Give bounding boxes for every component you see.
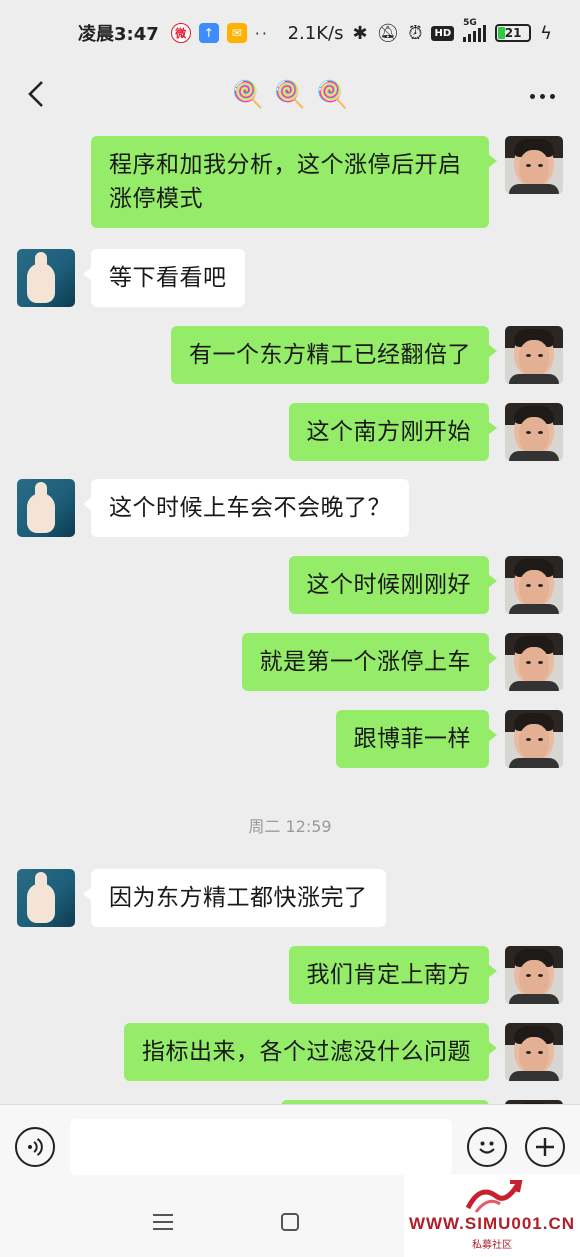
contact-avatar[interactable] [17, 249, 75, 307]
smiley-icon [479, 1141, 495, 1154]
watermark-subtext: 私募社区 [472, 1240, 512, 1251]
home-button[interactable] [281, 1213, 299, 1231]
outgoing-message[interactable]: 有一个东方精工已经翻倍了 [171, 326, 497, 384]
my-avatar[interactable] [505, 326, 563, 384]
lollipop-icon: 🍭 [316, 80, 349, 110]
incoming-message[interactable]: 这个时候上车会不会晚了？ [83, 479, 409, 537]
network-speed: 2.1K/s [287, 22, 344, 44]
chat-header: 🍭 🍭 🍭 [0, 66, 580, 124]
chevron-left-icon [28, 81, 43, 107]
status-bar: 凌晨3:47 微 ↑ ✉ ·· 2.1K/s ✱ 🔕︎ ⏰︎ HD 5G 21 … [0, 0, 580, 66]
outgoing-message[interactable]: 指标出来，各个过滤没什么问题 [124, 1023, 497, 1081]
plus-icon [536, 1138, 554, 1156]
chat-title: 🍭 🍭 🍭 [231, 80, 348, 110]
incoming-message[interactable]: 因为东方精工都快涨完了 [83, 869, 386, 927]
status-time: 凌晨3:47 [78, 24, 159, 45]
message-text: 有一个东方精工已经翻倍了 [189, 342, 471, 368]
upload-icon: ↑ [198, 23, 219, 43]
my-avatar[interactable] [505, 1023, 563, 1081]
my-avatar[interactable] [505, 710, 563, 768]
dot-icon [529, 93, 535, 99]
message-text: 跟博菲一样 [353, 726, 471, 752]
recent-apps-button[interactable] [153, 1214, 173, 1230]
my-avatar[interactable] [505, 403, 563, 461]
my-avatar[interactable] [505, 633, 563, 691]
message-text: 这个时候刚刚好 [306, 572, 471, 598]
mute-icon: 🔕︎ [376, 22, 400, 44]
bluetooth-icon: ✱ [352, 22, 368, 44]
alarm-icon: ⏰︎ [408, 22, 423, 44]
lollipop-icon: 🍭 [273, 80, 307, 110]
message-text: 程序和加我分析，这个涨停后开启 [109, 152, 462, 178]
mail-icon: ✉ [226, 23, 247, 43]
contact-avatar[interactable] [17, 869, 75, 927]
battery-icon: 21 [495, 24, 532, 42]
voice-input-button[interactable] [15, 1127, 55, 1167]
incoming-message[interactable]: 等下看看吧 [83, 249, 245, 307]
watermark-text: WWW.SIMU001.CN [408, 1214, 576, 1233]
watermark-logo-icon [465, 1180, 523, 1213]
outgoing-message[interactable]: 这个南方刚开始 [288, 403, 497, 461]
outgoing-message[interactable]: 就是第一个涨停上车 [241, 633, 497, 691]
my-avatar[interactable] [505, 556, 563, 614]
dot-icon [539, 93, 545, 99]
message-input[interactable] [70, 1119, 452, 1175]
contact-avatar[interactable] [17, 479, 75, 537]
more-functions-button[interactable] [525, 1127, 565, 1167]
outgoing-message[interactable]: 程序和加我分析，这个涨停后开启 涨停模式 [91, 136, 497, 228]
message-text: 等下看看吧 [109, 265, 227, 291]
more-notifications-icon: ·· [254, 23, 269, 43]
dot-icon [549, 93, 555, 99]
time-divider: 周二 12:59 [248, 817, 332, 836]
more-options-button[interactable] [522, 76, 562, 116]
outgoing-message[interactable]: 我们肯定上南方 [288, 946, 497, 1004]
hd-icon: HD [431, 25, 455, 41]
network-type: 5G [463, 18, 477, 28]
voice-icon [28, 1138, 43, 1156]
message-text: 涨停模式 [109, 186, 203, 212]
back-button[interactable] [14, 72, 58, 116]
message-text: 这个南方刚开始 [306, 419, 471, 445]
my-avatar[interactable] [505, 946, 563, 1004]
message-text: 这个时候上车会不会晚了？ [109, 495, 391, 521]
signal-icon: 5G [463, 18, 487, 42]
weibo-icon: 微 [170, 23, 191, 43]
watermark: WWW.SIMU001.CN 私募社区 [404, 1174, 580, 1257]
outgoing-message[interactable]: 这个时候刚刚好 [288, 556, 497, 614]
emoji-button[interactable] [467, 1127, 507, 1167]
battery-level: 21 [504, 26, 522, 40]
message-text: 因为东方精工都快涨完了 [109, 885, 368, 911]
message-text: 就是第一个涨停上车 [259, 649, 471, 675]
lollipop-icon: 🍭 [231, 80, 264, 110]
message-list[interactable]: 程序和加我分析，这个涨停后开启 涨停模式 等下看看吧 有一个东方精工已经翻倍了 … [0, 124, 580, 1104]
my-avatar[interactable] [505, 136, 563, 194]
message-text: 我们肯定上南方 [306, 962, 471, 988]
outgoing-message[interactable]: 跟博菲一样 [335, 710, 497, 768]
charging-icon: ϟ [540, 22, 552, 44]
message-text: 指标出来，各个过滤没什么问题 [142, 1039, 471, 1065]
